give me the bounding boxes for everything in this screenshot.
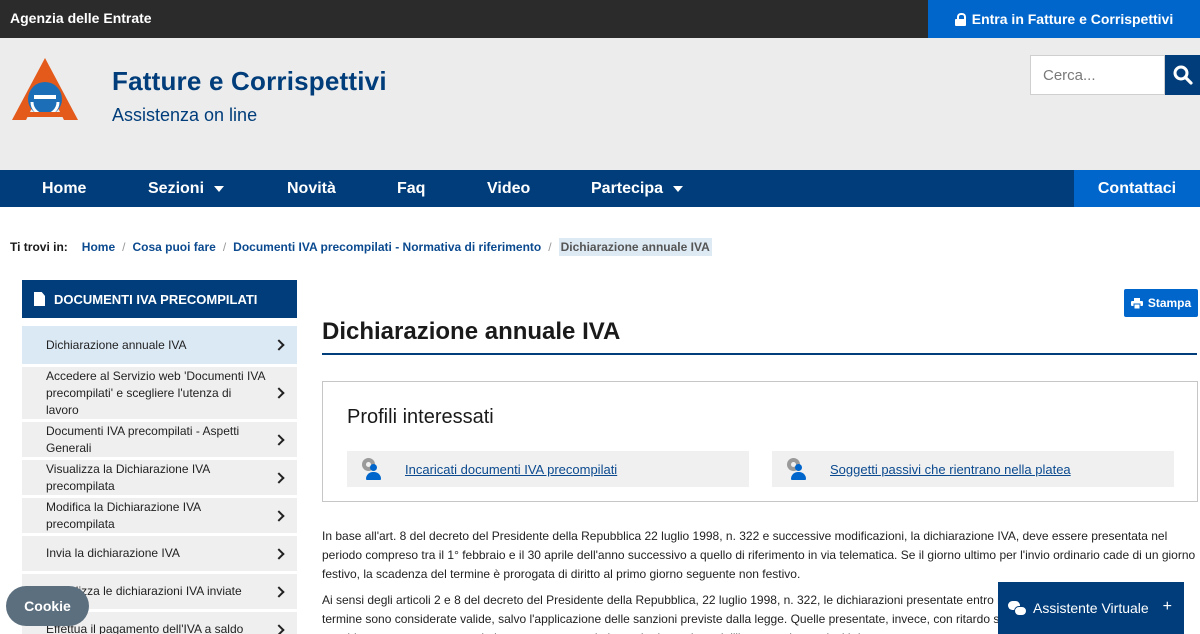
profile-link-soggetti[interactable]: Soggetti passivi che rientrano nella pla…	[830, 462, 1071, 477]
virtual-assistant-button[interactable]: Assistente Virtuale +	[998, 582, 1184, 634]
chevron-right-icon	[273, 433, 285, 446]
breadcrumb-separator: /	[222, 240, 227, 254]
chevron-right-icon	[273, 623, 285, 634]
chevron-right-icon	[273, 585, 285, 598]
breadcrumb-link-normativa[interactable]: Documenti IVA precompilati - Normativa d…	[233, 240, 541, 254]
profiles-title: Profili interessati	[347, 406, 494, 428]
agency-name[interactable]: Agenzia delle Entrate	[10, 10, 152, 26]
caret-down-icon	[214, 185, 225, 192]
top-bar: Agenzia delle Entrate Entra in Fatture e…	[0, 0, 1200, 38]
sidebar-title: DOCUMENTI IVA PRECOMPILATI	[22, 280, 297, 318]
sidebar-item-aspetti-generali[interactable]: Documenti IVA precompilati - Aspetti Gen…	[22, 422, 297, 460]
nav-video-label: Video	[487, 179, 531, 197]
nav-home-label: Home	[42, 179, 87, 197]
main-nav: Home Sezioni Novità Faq Video Partecipa …	[0, 170, 1200, 207]
print-button[interactable]: Stampa	[1124, 289, 1198, 317]
nav-novita-label: Novità	[287, 179, 336, 197]
profile-card-soggetti: Soggetti passivi che rientrano nella pla…	[772, 451, 1174, 487]
breadcrumb-separator: /	[122, 240, 126, 254]
caret-down-icon	[673, 185, 684, 192]
sidebar-item-label: Invia la dichiarazione IVA	[46, 546, 180, 560]
sidebar-item-visualizza[interactable]: Visualizza la Dichiarazione IVA precompi…	[22, 460, 297, 498]
nav-home[interactable]: Home	[42, 170, 86, 207]
nav-sezioni[interactable]: Sezioni	[148, 170, 225, 207]
nav-novita[interactable]: Novità	[287, 170, 336, 207]
chevron-right-icon	[273, 547, 285, 560]
chevron-right-icon	[273, 339, 285, 351]
sidebar-item-label: Documenti IVA precompilati - Aspetti Gen…	[46, 423, 240, 455]
profiles-box: Profili interessati Incaricati documenti…	[322, 381, 1198, 502]
search-button[interactable]	[1165, 55, 1200, 95]
user-settings-icon	[786, 458, 808, 480]
breadcrumb-link-cosa-puoi-fare[interactable]: Cosa puoi fare	[132, 240, 215, 254]
nav-video[interactable]: Video	[487, 170, 530, 207]
contact-button[interactable]: Contattaci	[1074, 170, 1200, 207]
login-label: Entra in Fatture e Corrispettivi	[971, 11, 1174, 27]
sidebar-item-accedere[interactable]: Accedere al Servizio web 'Documenti IVA …	[22, 367, 297, 422]
sidebar-item-label: Dichiarazione annuale IVA	[46, 337, 187, 352]
breadcrumb-link-home[interactable]: Home	[82, 240, 115, 254]
virtual-assistant-label: Assistente Virtuale	[1033, 600, 1149, 616]
chevron-right-icon	[273, 471, 285, 484]
chevron-right-icon	[273, 387, 285, 399]
user-settings-icon	[361, 458, 383, 480]
sidebar-item-label: Accedere al Servizio web 'Documenti IVA …	[46, 368, 265, 417]
login-button[interactable]: Entra in Fatture e Corrispettivi	[928, 0, 1200, 38]
chevron-right-icon	[273, 509, 285, 522]
nav-faq-label: Faq	[397, 179, 426, 197]
breadcrumb-separator: /	[548, 240, 552, 254]
chat-icon	[1008, 601, 1027, 616]
site-subtitle: Assistenza on line	[112, 105, 258, 125]
nav-faq[interactable]: Faq	[397, 170, 425, 207]
sidebar-item-invia[interactable]: Invia la dichiarazione IVA	[22, 536, 297, 574]
nav-sezioni-label: Sezioni	[148, 179, 205, 197]
sidebar-title-label: DOCUMENTI IVA PRECOMPILATI	[54, 291, 258, 307]
plus-icon[interactable]: +	[1163, 598, 1172, 616]
document-icon	[34, 292, 45, 306]
nav-partecipa[interactable]: Partecipa	[591, 170, 684, 207]
cookie-button[interactable]: Cookie	[6, 586, 89, 626]
lock-icon	[954, 13, 966, 26]
site-header: Fatture e Corrispettivi Assistenza on li…	[0, 38, 1200, 170]
sidebar-item-label: Modifica la Dichiarazione IVA precompila…	[46, 499, 201, 531]
nav-partecipa-label: Partecipa	[591, 179, 664, 197]
search-icon	[1173, 65, 1193, 85]
printer-icon	[1130, 297, 1143, 309]
breadcrumb-current: Dichiarazione annuale IVA	[558, 238, 712, 256]
title-divider	[322, 353, 1197, 355]
sidebar-item-dichiarazione[interactable]: Dichiarazione annuale IVA	[22, 326, 297, 367]
sidebar-item-label: Visualizza la Dichiarazione IVA precompi…	[46, 461, 210, 493]
body-paragraph: In base all'art. 8 del decreto del Presi…	[322, 529, 1196, 581]
agency-logo[interactable]	[10, 56, 80, 122]
page-title: Dichiarazione annuale IVA	[322, 318, 621, 345]
site-title[interactable]: Fatture e Corrispettivi	[112, 66, 387, 97]
print-label: Stampa	[1147, 296, 1192, 310]
breadcrumb-lead: Ti trovi in:	[10, 240, 68, 254]
breadcrumb: Ti trovi in: Home / Cosa puoi fare / Doc…	[10, 238, 712, 256]
profile-link-incaricati[interactable]: Incaricati documenti IVA precompilati	[405, 462, 617, 477]
profile-card-incaricati: Incaricati documenti IVA precompilati	[347, 451, 749, 487]
search-input[interactable]	[1030, 55, 1165, 95]
sidebar-item-modifica[interactable]: Modifica la Dichiarazione IVA precompila…	[22, 498, 297, 536]
